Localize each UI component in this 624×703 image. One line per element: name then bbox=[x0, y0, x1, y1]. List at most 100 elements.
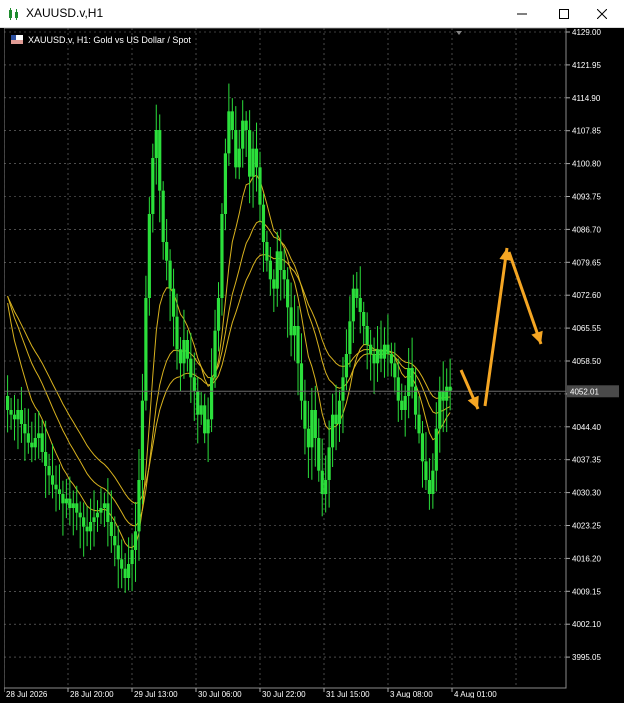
candle-body bbox=[165, 242, 169, 261]
candle-body bbox=[127, 564, 131, 578]
candle-body bbox=[220, 214, 224, 298]
candle-body bbox=[109, 522, 113, 536]
candle-body bbox=[144, 298, 148, 401]
chart-caption: XAUUSD.v, H1: Gold vs US Dollar / Spot bbox=[11, 35, 191, 45]
y-tick-label: 4129.00 bbox=[572, 28, 601, 37]
candle-body bbox=[161, 190, 165, 242]
title-bar[interactable]: XAUUSD.v,H1 bbox=[0, 0, 624, 28]
candle-body bbox=[337, 400, 342, 424]
candle-body bbox=[182, 340, 186, 364]
candle-body bbox=[265, 242, 269, 261]
candle-body bbox=[268, 260, 272, 280]
candle-body bbox=[379, 349, 383, 359]
candle-body bbox=[237, 148, 241, 168]
candle-body bbox=[75, 503, 79, 513]
candle-body bbox=[203, 405, 207, 434]
candle-body bbox=[230, 111, 234, 130]
candle-body bbox=[12, 414, 17, 420]
x-tick-label: 3 Aug 08:00 bbox=[390, 690, 433, 698]
candle-body bbox=[6, 396, 10, 410]
y-tick-label: 4023.25 bbox=[572, 522, 601, 531]
candlestick-chart-icon bbox=[9, 8, 18, 20]
candle-body bbox=[33, 438, 37, 448]
candle-body bbox=[9, 410, 13, 415]
y-tick-label: 4002.10 bbox=[572, 620, 601, 629]
candle-body bbox=[244, 120, 248, 130]
x-tick-label: 28 Jul 2026 bbox=[6, 690, 48, 698]
candle-body bbox=[389, 354, 393, 364]
candle-body bbox=[279, 251, 283, 270]
candle-body bbox=[403, 396, 407, 410]
candle-body bbox=[37, 433, 41, 438]
candle-body bbox=[154, 130, 158, 158]
x-tick-label: 30 Jul 22:00 bbox=[262, 690, 306, 698]
candle-body bbox=[431, 470, 435, 494]
candle-body bbox=[358, 298, 362, 312]
y-tick-label: 4009.15 bbox=[572, 587, 601, 596]
x-axis: 28 Jul 2026 28 Jul 20:00 29 Jul 13:00 30 Ju… bbox=[3, 688, 497, 699]
chart-canvas[interactable]: 4129.00 4121.95 4114.90 4107.85 4100.80 4093.… bbox=[3, 27, 624, 699]
candle-body bbox=[289, 307, 293, 336]
candle-body bbox=[175, 316, 179, 350]
candle-body bbox=[396, 377, 400, 401]
candle-body bbox=[400, 400, 404, 410]
price-chart[interactable]: 4129.00 4121.95 4114.90 4107.85 4100.80 4093.… bbox=[3, 27, 624, 699]
candle-body bbox=[130, 550, 134, 564]
close-button[interactable] bbox=[580, 0, 624, 27]
candle-body bbox=[206, 419, 210, 434]
candle-body bbox=[147, 214, 151, 298]
candle-body bbox=[113, 536, 117, 546]
candle-body bbox=[223, 153, 228, 214]
candle-body bbox=[40, 433, 44, 452]
candle-body bbox=[393, 363, 397, 378]
candle-body bbox=[54, 484, 58, 490]
candle-body bbox=[282, 270, 286, 280]
y-tick-label: 4093.75 bbox=[572, 193, 601, 202]
candle-body bbox=[68, 498, 72, 508]
y-tick-label: 4058.50 bbox=[572, 357, 601, 366]
candle-body bbox=[272, 279, 276, 289]
candle-body bbox=[26, 433, 30, 443]
candle-body bbox=[424, 461, 428, 480]
y-tick-label: 4030.30 bbox=[572, 489, 601, 498]
candle-body bbox=[296, 326, 300, 364]
candle-body bbox=[365, 326, 369, 345]
candle-body bbox=[95, 512, 100, 518]
x-tick-label: 30 Jul 06:00 bbox=[198, 690, 242, 698]
candle-body bbox=[88, 522, 93, 532]
window-title: XAUUSD.v,H1 bbox=[26, 6, 104, 20]
candle-body bbox=[71, 503, 75, 508]
candle-body bbox=[85, 526, 89, 532]
candle-body bbox=[140, 400, 145, 480]
candle-body bbox=[427, 480, 431, 494]
candle-body bbox=[417, 414, 421, 434]
candle-body bbox=[348, 321, 352, 354]
candle-body bbox=[341, 377, 345, 401]
y-tick-label: 3995.05 bbox=[572, 653, 601, 662]
candle-body bbox=[317, 438, 321, 471]
candle-body bbox=[168, 260, 172, 289]
y-tick-label: 4086.70 bbox=[572, 225, 601, 234]
candle-body bbox=[78, 512, 82, 518]
y-tick-label: 4037.35 bbox=[572, 456, 601, 465]
candle-body bbox=[441, 391, 445, 401]
y-tick-label: 4072.60 bbox=[572, 291, 601, 300]
symbol-caption: XAUUSD.v, H1: Gold vs US Dollar / Spot bbox=[28, 35, 191, 45]
candle-body bbox=[106, 503, 110, 522]
candle-body bbox=[216, 298, 221, 331]
y-tick-label: 4121.95 bbox=[572, 61, 601, 70]
candle-body bbox=[44, 452, 48, 466]
candle-body bbox=[234, 130, 238, 168]
minimize-button[interactable] bbox=[500, 0, 544, 27]
close-icon bbox=[597, 8, 607, 19]
y-tick-label: 4016.20 bbox=[572, 554, 601, 563]
candle-body bbox=[241, 120, 245, 149]
candle-body bbox=[50, 475, 55, 485]
candle-body bbox=[351, 288, 355, 322]
candle-body bbox=[299, 363, 304, 401]
candle-body bbox=[30, 442, 34, 448]
candle-body bbox=[64, 498, 68, 504]
candle-body bbox=[120, 559, 124, 569]
x-tick-label: 4 Aug 01:00 bbox=[454, 690, 497, 698]
candle-body bbox=[158, 130, 162, 191]
